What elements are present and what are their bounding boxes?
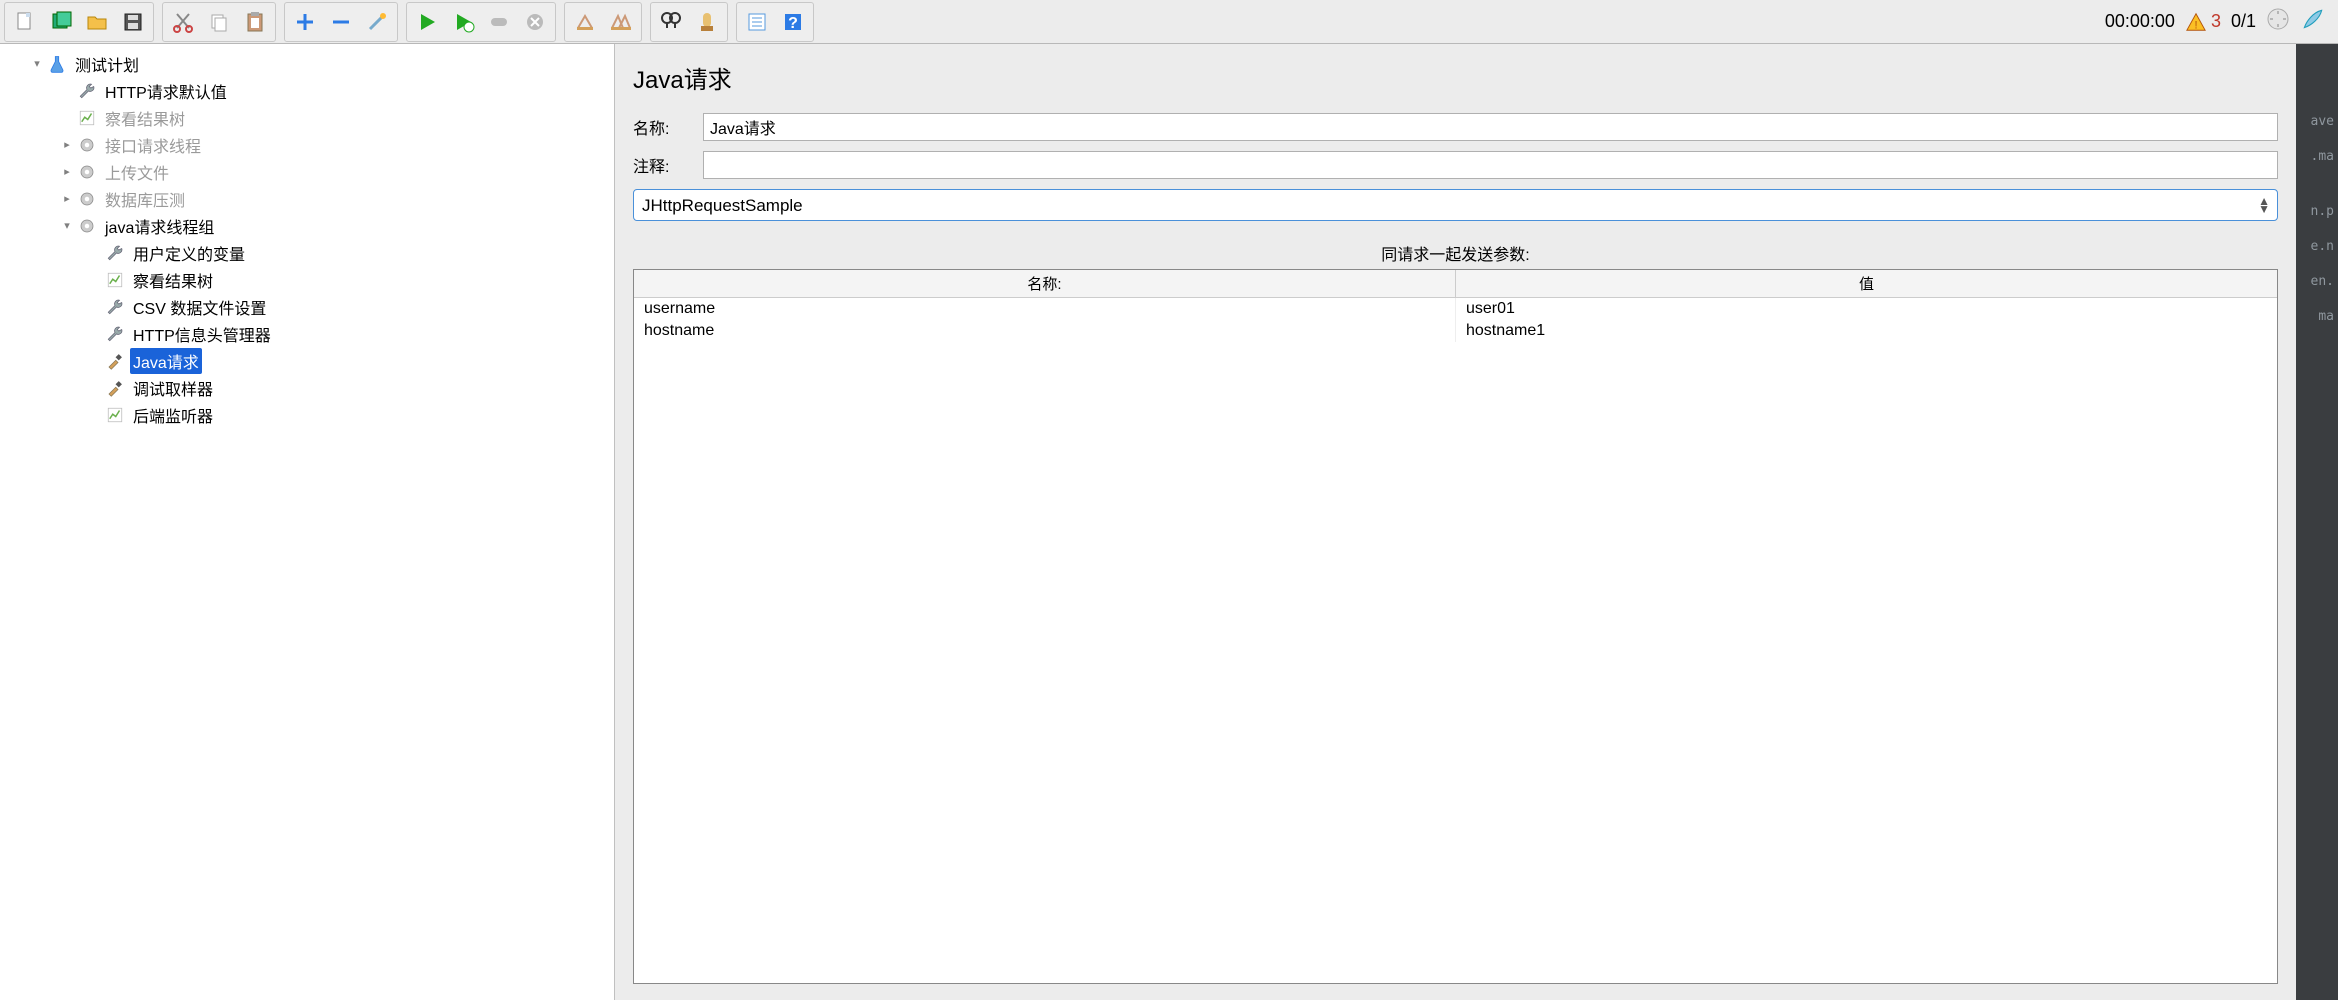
- wrench-icon: [104, 296, 126, 318]
- tree-node[interactable]: ▾java请求线程组: [0, 212, 614, 239]
- comment-label: 注释:: [633, 153, 687, 177]
- shutdown-button[interactable]: [517, 5, 553, 39]
- tree-node[interactable]: ▸上传文件: [0, 158, 614, 185]
- tree-node[interactable]: 后端监听器: [0, 401, 614, 428]
- run-indicator-icon: [2266, 7, 2290, 36]
- expand-button[interactable]: [287, 5, 323, 39]
- tree-pane[interactable]: ▾ 测试计划 HTTP请求默认值察看结果树▸接口请求线程▸上传文件▸数据库压测▾…: [0, 44, 615, 1000]
- gear-icon: [76, 161, 98, 183]
- chart-icon: [104, 269, 126, 291]
- tree-node[interactable]: Java请求: [0, 347, 614, 374]
- chart-icon: [104, 404, 126, 426]
- tree-node[interactable]: 调试取样器: [0, 374, 614, 401]
- tree-node[interactable]: 察看结果树: [0, 266, 614, 293]
- tree-node[interactable]: HTTP信息头管理器: [0, 320, 614, 347]
- table-row[interactable]: hostnamehostname1: [634, 320, 2277, 342]
- gear-icon: [76, 215, 98, 237]
- tree-node[interactable]: ▸数据库压测: [0, 185, 614, 212]
- tree-node[interactable]: ▸接口请求线程: [0, 131, 614, 158]
- name-label: 名称:: [633, 115, 687, 139]
- stop-button[interactable]: [481, 5, 517, 39]
- cut-button[interactable]: [165, 5, 201, 39]
- copy-button[interactable]: [201, 5, 237, 39]
- wrench-icon: [104, 323, 126, 345]
- gear-icon: [76, 188, 98, 210]
- content-pane: Java请求 名称: 注释: JHttpRequestSample ▲▼ 同请求…: [615, 44, 2296, 1000]
- feather-icon[interactable]: [2300, 6, 2326, 37]
- paste-button[interactable]: [237, 5, 273, 39]
- toggle-button[interactable]: [359, 5, 395, 39]
- function-helper-button[interactable]: [739, 5, 775, 39]
- elapsed-time: 00:00:00: [2105, 11, 2175, 32]
- clear-all-button[interactable]: [603, 5, 639, 39]
- col-value-header[interactable]: 值: [1456, 270, 2277, 297]
- svg-text:!: !: [2194, 19, 2197, 31]
- new-file-button[interactable]: [7, 5, 43, 39]
- gear-icon: [76, 134, 98, 156]
- help-button[interactable]: ?: [775, 5, 811, 39]
- col-name-header[interactable]: 名称:: [634, 270, 1456, 297]
- templates-button[interactable]: [43, 5, 79, 39]
- start-no-timers-button[interactable]: [445, 5, 481, 39]
- tree-node[interactable]: CSV 数据文件设置: [0, 293, 614, 320]
- chart-icon: [76, 107, 98, 129]
- dropper-icon: [104, 377, 126, 399]
- table-row[interactable]: usernameuser01: [634, 298, 2277, 320]
- comment-input[interactable]: [703, 151, 2278, 179]
- start-button[interactable]: [409, 5, 445, 39]
- svg-text:?: ?: [788, 15, 798, 32]
- thread-count: 0/1: [2231, 11, 2256, 32]
- reset-search-button[interactable]: [689, 5, 725, 39]
- wrench-icon: [104, 242, 126, 264]
- flask-icon: [46, 53, 68, 75]
- classname-select[interactable]: JHttpRequestSample: [633, 189, 2278, 221]
- panel-title: Java请求: [633, 60, 2278, 95]
- warning-icon: !: [2185, 11, 2207, 33]
- params-table[interactable]: 名称: 值 usernameuser01hostnamehostname1: [633, 269, 2278, 984]
- params-section-title: 同请求一起发送参数:: [633, 241, 2278, 265]
- dropper-icon: [104, 350, 126, 372]
- warning-indicator[interactable]: ! 3: [2185, 11, 2221, 33]
- tree-node[interactable]: 用户定义的变量: [0, 239, 614, 266]
- search-button[interactable]: [653, 5, 689, 39]
- toolbar: ? 00:00:00 ! 3 0/1: [0, 0, 2338, 44]
- name-input[interactable]: [703, 113, 2278, 141]
- tree-node[interactable]: 察看结果树: [0, 104, 614, 131]
- open-button[interactable]: [79, 5, 115, 39]
- save-button[interactable]: [115, 5, 151, 39]
- wrench-icon: [76, 80, 98, 102]
- tree-node[interactable]: HTTP请求默认值: [0, 77, 614, 104]
- clear-button[interactable]: [567, 5, 603, 39]
- collapse-button[interactable]: [323, 5, 359, 39]
- side-editor-strip: ave.man.pe.nen.ma: [2296, 44, 2338, 1000]
- tree-root[interactable]: ▾ 测试计划: [0, 50, 614, 77]
